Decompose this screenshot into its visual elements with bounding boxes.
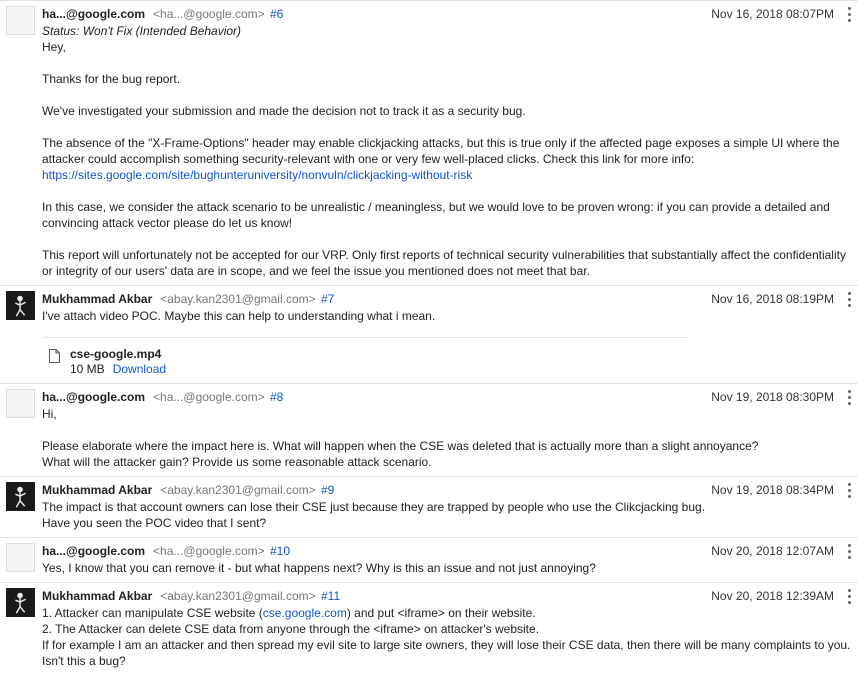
comment-email: <abay.kan2301@gmail.com> <box>160 292 316 306</box>
comment-paragraph: Thanks for the bug report. <box>42 72 181 86</box>
more-options-icon[interactable] <box>846 292 852 307</box>
comment-paragraph: Hey, <box>42 40 66 54</box>
comment-email: <ha...@google.com> <box>153 390 265 404</box>
comment-paragraph: Hi, <box>42 407 57 421</box>
comment-paragraph: We've investigated your submission and m… <box>42 104 526 118</box>
avatar-placeholder-icon <box>6 543 35 572</box>
comment-date: Nov 20, 2018 12:07AM <box>711 544 834 558</box>
attachment: cse-google.mp4 10 MB Download <box>42 337 688 377</box>
comment-author[interactable]: Mukhammad Akbar <box>42 589 152 603</box>
comment-author[interactable]: Mukhammad Akbar <box>42 292 152 306</box>
more-options-icon[interactable] <box>846 589 852 604</box>
comment-paragraph-text: The absence of the "X-Frame-Options" hea… <box>42 136 840 166</box>
comment-line: What will the attacker gain? Provide us … <box>42 455 432 469</box>
comment-author[interactable]: Mukhammad Akbar <box>42 483 152 497</box>
comment-7: Mukhammad Akbar <abay.kan2301@gmail.com> … <box>0 285 858 383</box>
comment-date: Nov 16, 2018 08:19PM <box>711 292 834 306</box>
comment-line: 1. Attacker can manipulate CSE website ( <box>42 606 263 620</box>
comment-body: 1. Attacker can manipulate CSE website (… <box>42 605 858 669</box>
more-options-icon[interactable] <box>846 544 852 559</box>
comment-paragraph: 1. Attacker can manipulate CSE website (… <box>42 605 858 669</box>
comment-author[interactable]: ha...@google.com <box>42 7 145 21</box>
comment-email: <abay.kan2301@gmail.com> <box>160 483 316 497</box>
comment-paragraph: I've attach video POC. Maybe this can he… <box>42 309 436 323</box>
comment-6: ha...@google.com <ha...@google.com> #6 No… <box>0 0 858 285</box>
more-options-icon[interactable] <box>846 483 852 498</box>
more-options-icon[interactable] <box>846 390 852 405</box>
comment-number-link[interactable]: #10 <box>270 544 290 558</box>
comment-line: 2. The Attacker can delete CSE data from… <box>42 622 540 636</box>
comment-email: <ha...@google.com> <box>153 7 265 21</box>
avatar-placeholder-icon <box>6 389 35 418</box>
avatar-skeleton-icon <box>6 482 35 511</box>
comment-body: The impact is that account owners can lo… <box>42 499 858 531</box>
comment-paragraph: Please elaborate where the impact here i… <box>42 438 858 470</box>
comment-paragraph: The absence of the "X-Frame-Options" hea… <box>42 135 858 183</box>
comment-line: Please elaborate where the impact here i… <box>42 439 759 453</box>
comment-paragraph: Yes, I know that you can remove it - but… <box>42 561 596 575</box>
avatar-skeleton-icon <box>6 588 35 617</box>
avatar-skeleton-icon <box>6 291 35 320</box>
comment-paragraph: This report will unfortunately not be ac… <box>42 248 846 278</box>
comment-10: ha...@google.com <ha...@google.com> #10 N… <box>0 537 858 582</box>
comment-paragraph: The impact is that account owners can lo… <box>42 499 858 531</box>
comment-line: ) and put <iframe> on their website. <box>346 606 536 620</box>
comment-8: ha...@google.com <ha...@google.com> #8 No… <box>0 383 858 476</box>
comment-date: Nov 19, 2018 08:34PM <box>711 483 834 497</box>
comment-paragraph: In this case, we consider the attack sce… <box>42 200 830 230</box>
comment-date: Nov 19, 2018 08:30PM <box>711 390 834 404</box>
comment-body: Yes, I know that you can remove it - but… <box>42 560 858 576</box>
comment-date: Nov 16, 2018 08:07PM <box>711 7 834 21</box>
comment-9: Mukhammad Akbar <abay.kan2301@gmail.com> … <box>0 476 858 537</box>
comment-author[interactable]: ha...@google.com <box>42 390 145 404</box>
comment-number-link[interactable]: #7 <box>321 292 334 306</box>
comment-body: Hey, Thanks for the bug report. We've in… <box>42 39 858 279</box>
comment-date: Nov 20, 2018 12:39AM <box>711 589 834 603</box>
download-link[interactable]: Download <box>113 362 166 376</box>
attachment-size: 10 MB <box>70 362 105 376</box>
comment-status: Status: Won't Fix (Intended Behavior) <box>42 24 242 38</box>
comment-email: <abay.kan2301@gmail.com> <box>160 589 316 603</box>
attachment-name: cse-google.mp4 <box>70 347 162 361</box>
file-icon <box>49 349 60 363</box>
comment-11: Mukhammad Akbar <abay.kan2301@gmail.com> … <box>0 582 858 675</box>
bughunter-link[interactable]: https://sites.google.com/site/bughunteru… <box>42 168 472 182</box>
cse-link[interactable]: cse.google.com <box>263 606 347 620</box>
comment-email: <ha...@google.com> <box>153 544 265 558</box>
comment-number-link[interactable]: #6 <box>270 7 283 21</box>
comment-number-link[interactable]: #8 <box>270 390 283 404</box>
more-options-icon[interactable] <box>846 7 852 22</box>
comment-number-link[interactable]: #9 <box>321 483 334 497</box>
comment-line: If for example I am an attacker and then… <box>42 638 851 668</box>
comment-author[interactable]: ha...@google.com <box>42 544 145 558</box>
avatar-placeholder-icon <box>6 6 35 35</box>
comment-line: The impact is that account owners can lo… <box>42 500 706 514</box>
comment-line: Have you seen the POC video that I sent? <box>42 516 267 530</box>
comment-body: Hi, Please elaborate where the impact he… <box>42 406 858 470</box>
comment-body: I've attach video POC. Maybe this can he… <box>42 308 858 324</box>
comment-number-link[interactable]: #11 <box>321 589 340 603</box>
